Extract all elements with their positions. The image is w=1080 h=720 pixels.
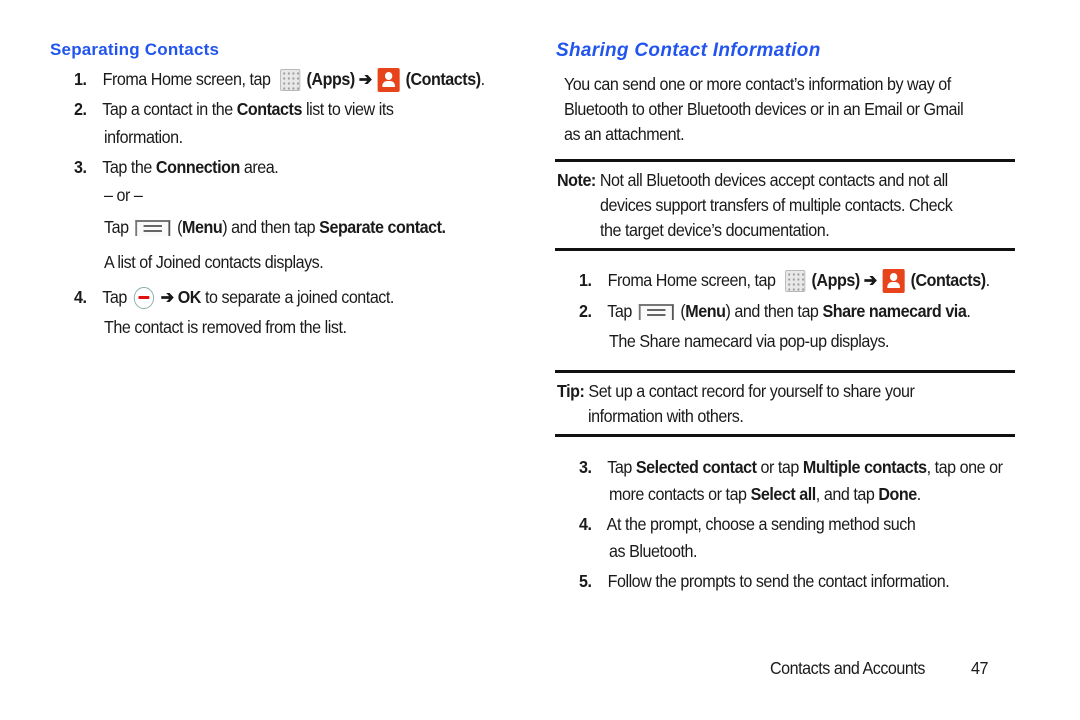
left-step-3-result: A list of Joined contacts displays. [104, 252, 324, 272]
section-heading-sharing-contact-information: Sharing Contact Information [556, 40, 821, 61]
right-step-3: 3. Tap Selected contact or tap Multiple … [579, 457, 1003, 477]
divider [555, 434, 1015, 437]
contacts-icon [377, 68, 400, 93]
left-step-3-menu: Tap (Menu) and then tap Separate contact… [104, 217, 446, 237]
right-step-4-cont: as Bluetooth. [609, 541, 698, 561]
remove-minus-icon [133, 287, 154, 310]
left-step-2-cont: information. [104, 127, 183, 147]
left-step-4-result: The contact is removed from the list. [104, 317, 347, 337]
right-step-2: 2. Tap (Menu) and then tap Share namecar… [579, 301, 971, 321]
right-step-5: 5. Follow the prompts to send the contac… [579, 571, 950, 591]
divider [555, 248, 1015, 251]
right-step-4: 4. At the prompt, choose a sending metho… [579, 514, 916, 534]
page-number: 47 [971, 658, 988, 678]
left-step-4: 4. Tap ➔ OK to separate a joined contact… [74, 285, 394, 310]
intro-line: Bluetooth to other Bluetooth devices or … [564, 99, 964, 119]
right-step-1: 1. Froma Home screen, tap (Apps) ➔ (Cont… [579, 268, 990, 294]
left-step-2: 2. Tap a contact in the Contacts list to… [74, 99, 394, 119]
footer-section-title: Contacts and Accounts [770, 658, 926, 678]
left-step-1: 1. Froma Home screen, tap (Apps) ➔ (Cont… [74, 67, 485, 93]
menu-icon [135, 220, 171, 237]
note-line: devices support transfers of multiple co… [600, 195, 953, 215]
tip: Tip: Set up a contact record for yoursel… [557, 381, 915, 401]
divider [555, 370, 1015, 373]
note-line: the target device’s documentation. [600, 220, 830, 240]
intro-line: as an attachment. [564, 124, 685, 144]
arrow-icon: ➔ [160, 287, 175, 307]
right-step-2-result: The Share namecard via pop-up displays. [609, 331, 890, 351]
note: Note: Not all Bluetooth devices accept c… [557, 170, 948, 190]
intro-line: You can send one or more contact’s infor… [564, 74, 951, 94]
arrow-icon: ➔ [863, 270, 878, 290]
section-heading-separating-contacts: Separating Contacts [50, 40, 220, 59]
divider [555, 159, 1015, 162]
menu-icon [638, 304, 674, 321]
right-step-3-cont: more contacts or tap Select all, and tap… [609, 484, 921, 504]
apps-icon [280, 69, 301, 92]
apps-icon [785, 270, 806, 293]
tip-line: information with others. [588, 406, 744, 426]
arrow-icon: ➔ [358, 69, 373, 89]
left-step-3: 3. Tap the Connection area. [74, 157, 279, 177]
contacts-icon [882, 269, 905, 294]
or-separator: – or – [104, 185, 143, 205]
